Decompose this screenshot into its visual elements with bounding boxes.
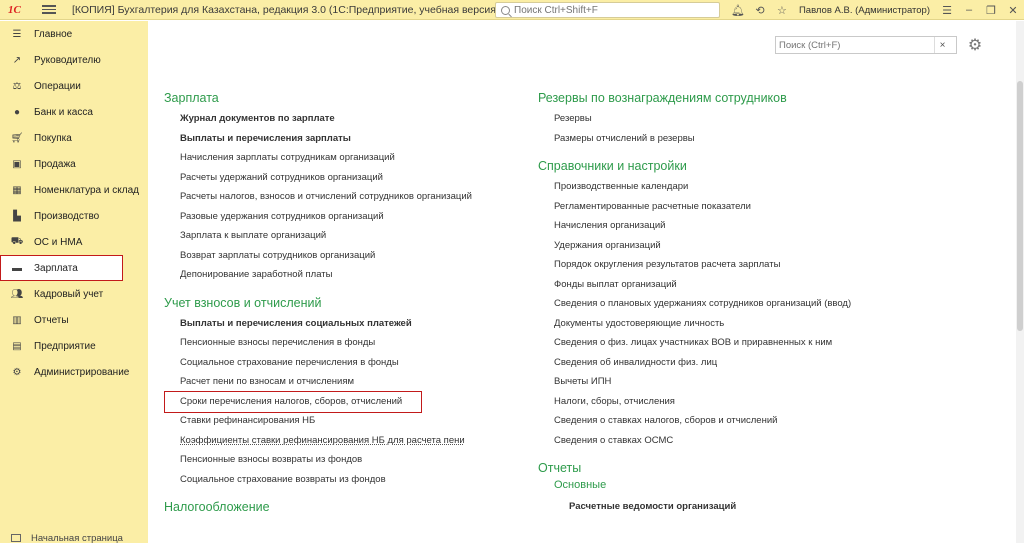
sidebar-item-assets[interactable]: ⛟ ОС и НМА [0,229,148,255]
admin-icon: ⚙ [12,366,22,378]
link-disability-info[interactable]: Сведения об инвалидности физ. лиц [538,353,851,373]
bell-icon[interactable]: 🔔︎ [727,0,749,20]
link-salary-deposit[interactable]: Депонирование заработной платы [164,265,472,285]
link-wwii-participants[interactable]: Сведения о физ. лицах участниках ВОВ и п… [538,333,851,353]
link-ipn-deductions[interactable]: Вычеты ИПН [538,372,851,392]
link-payment-deadlines[interactable]: Сроки перечисления налогов, сборов, отчи… [164,391,472,413]
section-title-reserves: Резервы по вознаграждениям сотрудников [538,91,787,105]
section-search-input[interactable] [779,39,934,51]
link-salary-journal[interactable]: Журнал документов по зарплате [164,109,472,129]
minimize-icon[interactable]: ‒ [958,0,980,20]
current-user[interactable]: Павлов А.В. (Администратор) [799,5,930,16]
link-production-calendars[interactable]: Производственные календари [538,177,851,197]
settings-gear-icon[interactable]: ⚙ [963,35,987,55]
close-icon[interactable]: ✕ [1002,0,1024,20]
sidebar-item-manager[interactable]: ↗ Руководителю [0,47,148,73]
link-salary-return[interactable]: Возврат зарплаты сотрудников организаций [164,246,472,266]
link-social-payments[interactable]: Выплаты и перечисления социальных платеж… [164,314,472,334]
link-salary-accruals[interactable]: Начисления зарплаты сотрудникам организа… [164,148,472,168]
history-icon[interactable]: ⟲ [749,0,771,20]
link-payroll-statements[interactable]: Расчетные ведомости организаций [538,497,851,517]
purchase-icon: 🛒︎ [10,132,24,144]
menu-icon: ☰ [12,28,22,40]
warehouse-icon: ▦ [12,184,22,196]
link-planned-deductions[interactable]: Сведения о плановых удержаниях сотрудник… [538,294,851,314]
salary-icon: ▬ [12,262,22,274]
enterprise-icon: ▤ [12,340,22,352]
title-bar: 1С [КОПИЯ] Бухгалтерия для Казахстана, р… [0,0,1024,20]
clear-search-icon[interactable]: × [934,37,950,53]
star-icon[interactable]: ☆ [771,0,793,20]
link-penalty-calc[interactable]: Расчет пени по взносам и отчислениям [164,372,472,392]
main-content: × ⚙ Зарплата Журнал документов по зарпла… [148,21,1024,543]
sidebar-item-salary[interactable]: ▬ Зарплата [0,255,123,281]
sidebar-item-home[interactable]: Начальная страница [0,533,148,543]
sidebar-item-production[interactable]: ▙ Производство [0,203,148,229]
link-pension-returns[interactable]: Пенсионные взносы возвраты из фондов [164,450,472,470]
left-column: Зарплата Журнал документов по зарплате В… [164,91,472,518]
sidebar-item-warehouse[interactable]: ▦ Номенклатура и склад [0,177,148,203]
scrollbar-thumb[interactable] [1017,81,1023,331]
link-org-accruals[interactable]: Начисления организаций [538,216,851,236]
section-title-references: Справочники и настройки [538,159,687,173]
link-salary-to-pay[interactable]: Зарплата к выплате организаций [164,226,472,246]
window-title: [КОПИЯ] Бухгалтерия для Казахстана, реда… [72,3,500,16]
hr-icon: 👥︎ [10,288,24,300]
assets-icon: ⛟ [10,235,24,247]
link-reserves[interactable]: Резервы [538,109,851,129]
sidebar-item-purchase[interactable]: 🛒︎ Покупка [0,125,148,151]
link-social-insurance-transfers[interactable]: Социальное страхование перечисления в фо… [164,353,472,373]
sidebar-item-reports[interactable]: ▥ Отчеты [0,307,148,333]
vertical-scrollbar[interactable] [1016,21,1024,543]
link-regulated-indicators[interactable]: Регламентированные расчетные показатели [538,197,851,217]
app-logo: 1С [8,3,21,16]
link-payment-funds[interactable]: Фонды выплат организаций [538,275,851,295]
link-taxes-calc[interactable]: Расчеты налогов, взносов и отчислений со… [164,187,472,207]
production-icon: ▙ [13,210,21,222]
link-org-deductions[interactable]: Удержания организаций [538,236,851,256]
sidebar-item-hr[interactable]: 👥︎ Кадровый учет [0,281,148,307]
right-column: Резервы по вознаграждениям сотрудников Р… [538,91,851,517]
global-search-input[interactable] [514,4,714,16]
home-icon [11,534,21,542]
sidebar-item-operations[interactable]: ⚖ Операции [0,73,148,99]
link-social-insurance-returns[interactable]: Социальное страхование возвраты из фондо… [164,470,472,490]
section-title-taxation: Налогообложение [164,500,270,514]
link-id-documents[interactable]: Документы удостоверяющие личность [538,314,851,334]
sale-icon: ▣ [12,158,22,170]
main-menu-icon[interactable] [42,5,56,14]
link-salary-payments[interactable]: Выплаты и перечисления зарплаты [164,129,472,149]
link-refinancing-coefficients[interactable]: Коэффициенты ставки рефинансирования НБ … [164,431,472,451]
section-title-reports: Отчеты [538,461,582,475]
global-search[interactable] [495,2,720,18]
link-deductions-calc[interactable]: Расчеты удержаний сотрудников организаци… [164,168,472,188]
link-tax-rates[interactable]: Сведения о ставках налогов, сборов и отч… [538,411,851,431]
sidebar-item-sale[interactable]: ▣ Продажа [0,151,148,177]
link-pension-transfers[interactable]: Пенсионные взносы перечисления в фонды [164,333,472,353]
link-reserve-rates[interactable]: Размеры отчислений в резервы [538,129,851,149]
sidebar-item-enterprise[interactable]: ▤ Предприятие [0,333,148,359]
sidebar-item-bank[interactable]: ● Банк и касса [0,99,148,125]
operations-icon: ⚖ [12,80,22,92]
subsection-title-main: Основные [554,479,607,491]
link-refinancing-rates[interactable]: Ставки рефинансирования НБ [164,411,472,431]
section-search[interactable]: × [775,36,957,54]
section-title-salary: Зарплата [164,91,219,105]
search-icon [501,5,510,15]
sidebar: ☰ Главное ↗ Руководителю ⚖ Операции ● Банк и… [0,21,148,543]
sidebar-item-admin[interactable]: ⚙ Администрирование [0,359,148,385]
hamburger-menu-icon[interactable]: ☰ [936,0,958,20]
sidebar-item-main[interactable]: ☰ Главное [0,21,148,47]
link-osms-rates[interactable]: Сведения о ставках ОСМС [538,431,851,451]
section-title-contributions: Учет взносов и отчислений [164,295,322,310]
chart-icon: ↗ [12,54,22,66]
reports-icon: ▥ [12,314,22,326]
link-rounding-order[interactable]: Порядок округления результатов расчета з… [538,255,851,275]
restore-icon[interactable]: ❐ [980,0,1002,20]
link-taxes-fees[interactable]: Налоги, сборы, отчисления [538,392,851,412]
bank-icon: ● [13,106,21,118]
link-onetime-deductions[interactable]: Разовые удержания сотрудников организаци… [164,207,472,227]
